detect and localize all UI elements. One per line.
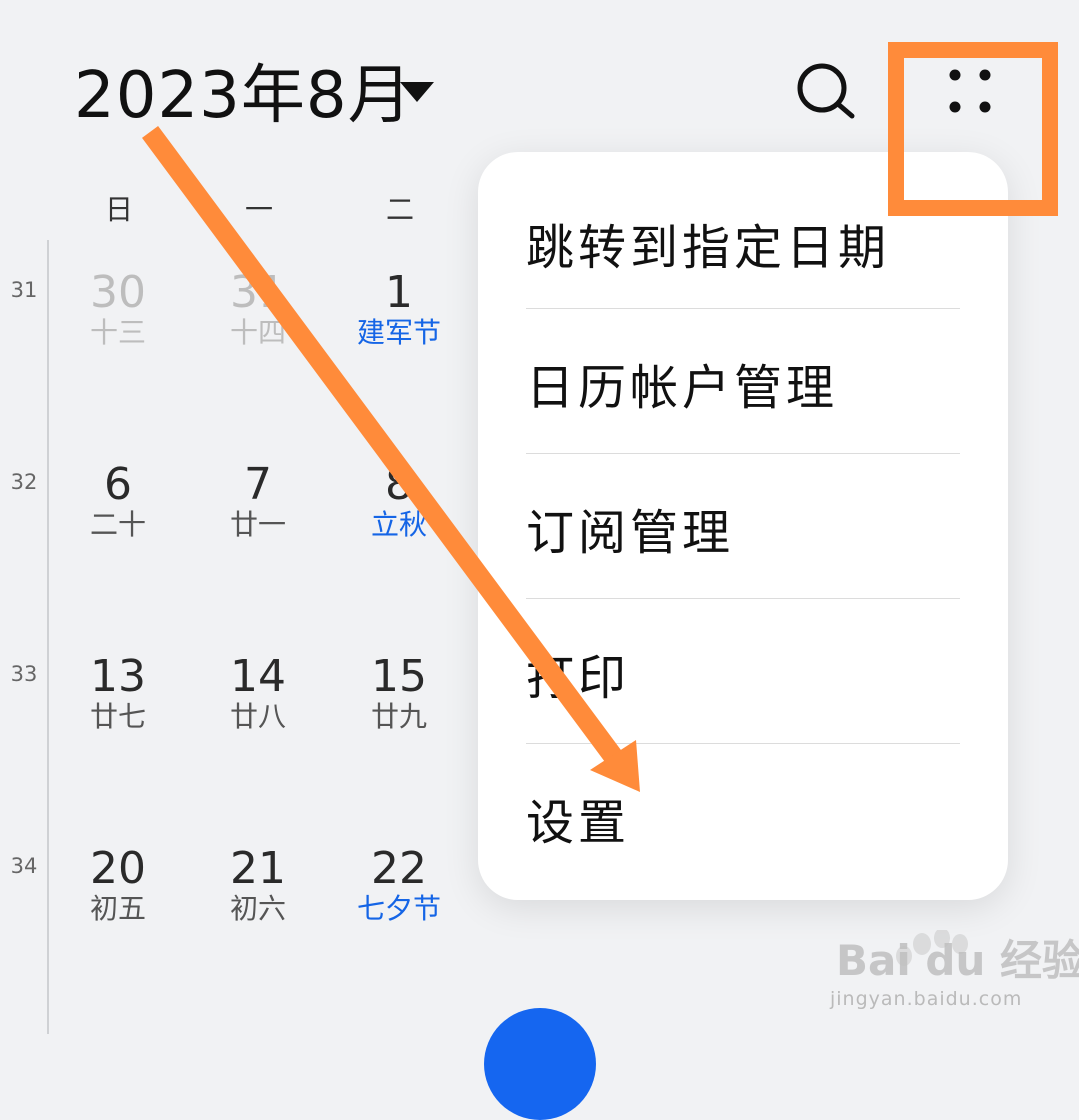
lunar-date: 廿九 [370, 700, 427, 733]
day-number: 8 [385, 459, 413, 510]
search-button[interactable] [792, 58, 862, 128]
day-cell[interactable]: 20 初五 [58, 844, 178, 926]
menu-divider [526, 598, 960, 599]
weekday-tue: 二 [385, 193, 414, 226]
day-cell[interactable]: 15 廿九 [339, 652, 459, 734]
day-number: 15 [371, 651, 427, 702]
week-number: 32 [10, 470, 38, 494]
day-cell[interactable]: 1 建军节 [339, 268, 459, 350]
day-cell[interactable]: 21 初六 [198, 844, 318, 926]
annotation-highlight-box [888, 42, 1058, 216]
menu-item-print[interactable]: 打印 [526, 600, 960, 745]
lunar-date: 十三 [89, 316, 146, 349]
lunar-date: 廿一 [229, 508, 286, 541]
lunar-date: 十四 [229, 316, 286, 349]
day-cell[interactable]: 14 廿八 [198, 652, 318, 734]
menu-item-subscriptions[interactable]: 订阅管理 [526, 455, 960, 600]
menu-item-settings[interactable]: 设置 [526, 745, 960, 890]
watermark-brand: Bai du 经验 [836, 936, 1079, 985]
day-number: 20 [90, 843, 146, 894]
day-number: 31 [230, 267, 286, 318]
week-number-divider [47, 240, 49, 1034]
day-number: 14 [230, 651, 286, 702]
weekday-mon: 一 [244, 193, 273, 226]
week-number: 33 [10, 662, 38, 686]
lunar-date: 廿八 [229, 700, 286, 733]
menu-divider [526, 453, 960, 454]
day-number: 30 [90, 267, 146, 318]
day-number: 1 [385, 267, 413, 318]
caret-down-icon[interactable] [400, 82, 434, 102]
day-cell[interactable]: 8 立秋 [339, 460, 459, 542]
week-number: 31 [10, 278, 38, 302]
weekday-sun: 日 [104, 193, 133, 226]
lunar-date: 廿七 [89, 700, 146, 733]
lunar-date: 初五 [89, 892, 146, 925]
day-cell[interactable]: 30 十三 [58, 268, 178, 350]
overflow-menu: 跳转到指定日期 日历帐户管理 订阅管理 打印 设置 [478, 152, 1008, 900]
day-number: 13 [90, 651, 146, 702]
menu-divider [526, 308, 960, 309]
week-number: 34 [10, 854, 38, 878]
day-cell[interactable]: 7 廿一 [198, 460, 318, 542]
lunar-date: 初六 [229, 892, 286, 925]
day-cell[interactable]: 31 十四 [198, 268, 318, 350]
festival-label: 建军节 [356, 316, 441, 349]
menu-divider [526, 743, 960, 744]
day-number: 6 [104, 459, 132, 510]
day-cell[interactable]: 6 二十 [58, 460, 178, 542]
day-cell[interactable]: 22 七夕节 [339, 844, 459, 926]
watermark-url: jingyan.baidu.com [830, 988, 1023, 1010]
day-cell[interactable]: 13 廿七 [58, 652, 178, 734]
add-event-button[interactable] [484, 1008, 596, 1120]
festival-label: 七夕节 [356, 892, 441, 925]
festival-label: 立秋 [370, 508, 427, 541]
menu-item-calendar-accounts[interactable]: 日历帐户管理 [526, 310, 960, 455]
day-number: 22 [371, 843, 427, 894]
day-number: 21 [230, 843, 286, 894]
month-title[interactable]: 2023年8月 [74, 58, 413, 134]
lunar-date: 二十 [89, 508, 146, 541]
search-icon [797, 63, 855, 119]
day-number: 7 [244, 459, 272, 510]
